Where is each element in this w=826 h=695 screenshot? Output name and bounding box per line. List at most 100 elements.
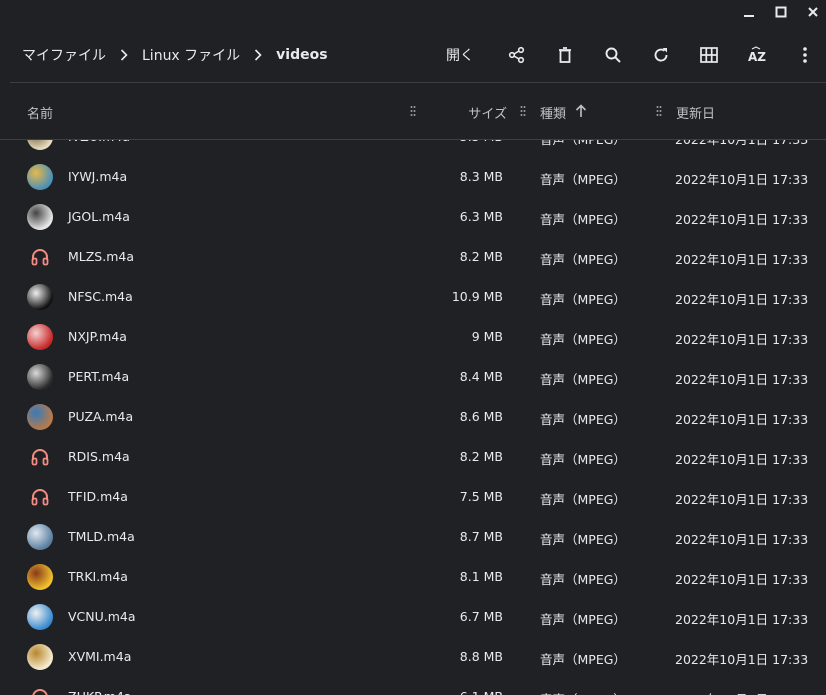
file-modified-date: 2022年10月1日 17:33 — [675, 572, 809, 587]
file-type: 音声（MPEG） — [540, 492, 626, 507]
search-icon[interactable] — [601, 43, 625, 67]
refresh-icon[interactable] — [649, 43, 673, 67]
file-row[interactable]: NXJP.m4a 9 MB 音声（MPEG） 2022年10月1日 17:33 — [0, 317, 826, 357]
file-name: RDIS.m4a — [68, 449, 130, 464]
file-row[interactable]: IYWJ.m4a 8.3 MB 音声（MPEG） 2022年10月1日 17:33 — [0, 157, 826, 197]
album-art-thumbnail — [27, 164, 53, 190]
toolbar-divider — [10, 82, 826, 83]
maximize-icon[interactable] — [769, 2, 793, 22]
file-size: 8.7 MB — [459, 529, 503, 544]
breadcrumb-videos[interactable]: videos — [276, 47, 327, 63]
file-row[interactable]: VCNU.m4a 6.7 MB 音声（MPEG） 2022年10月1日 17:33 — [0, 597, 826, 637]
album-art-thumbnail — [27, 604, 53, 630]
file-row[interactable]: TRKI.m4a 8.1 MB 音声（MPEG） 2022年10月1日 17:33 — [0, 557, 826, 597]
file-row[interactable]: ZHKP.m4a 6.1 MB 音声（MPEG） 2022年10月1日 17:33 — [0, 677, 826, 695]
file-size: 8.8 MB — [459, 649, 503, 664]
file-size: 6.7 MB — [459, 609, 503, 624]
file-modified-date: 2022年10月1日 17:33 — [675, 372, 809, 387]
toolbar: マイファイル Linux ファイル videos 開く AZ — [0, 30, 826, 80]
column-resize-handle[interactable] — [410, 105, 416, 117]
chevron-right-icon — [254, 49, 262, 61]
breadcrumb-linux-files[interactable]: Linux ファイル — [142, 45, 240, 65]
file-modified-date: 2022年10月1日 17:33 — [675, 292, 809, 307]
file-modified-date: 2022年10月1日 17:33 — [675, 332, 809, 347]
album-art-thumbnail — [27, 364, 53, 390]
minimize-icon[interactable] — [737, 2, 761, 22]
file-row[interactable]: XVMI.m4a 8.8 MB 音声（MPEG） 2022年10月1日 17:33 — [0, 637, 826, 677]
file-type: 音声（MPEG） — [540, 612, 626, 627]
file-type: 音声（MPEG） — [540, 252, 626, 267]
column-header-size[interactable]: サイズ — [468, 103, 507, 122]
file-modified-date: 2022年10月1日 17:33 — [675, 492, 809, 507]
share-icon[interactable] — [505, 43, 529, 67]
file-row[interactable]: JGOL.m4a 6.3 MB 音声（MPEG） 2022年10月1日 17:33 — [0, 197, 826, 237]
file-size: 8.1 MB — [459, 569, 503, 584]
file-row[interactable]: PERT.m4a 8.4 MB 音声（MPEG） 2022年10月1日 17:33 — [0, 357, 826, 397]
more-icon[interactable] — [793, 43, 817, 67]
album-art-thumbnail — [27, 564, 53, 590]
file-type: 音声（MPEG） — [540, 212, 626, 227]
file-row[interactable]: NFSC.m4a 10.9 MB 音声（MPEG） 2022年10月1日 17:33 — [0, 277, 826, 317]
file-type: 音声（MPEG） — [540, 652, 626, 667]
file-row[interactable]: RDIS.m4a 8.2 MB 音声（MPEG） 2022年10月1日 17:33 — [0, 437, 826, 477]
file-row[interactable]: MLZS.m4a 8.2 MB 音声（MPEG） 2022年10月1日 17:33 — [0, 237, 826, 277]
delete-icon[interactable] — [553, 43, 577, 67]
file-type: 音声（MPEG） — [540, 172, 626, 187]
file-type: 音声（MPEG） — [540, 332, 626, 347]
file-size: 6.1 MB — [460, 689, 503, 695]
file-type: 音声（MPEG） — [540, 140, 626, 148]
open-button[interactable]: 開く — [446, 45, 474, 65]
file-type: 音声（MPEG） — [540, 372, 626, 387]
file-size: 10.9 MB — [451, 289, 503, 304]
arrow-up-icon — [575, 104, 587, 117]
title-bar — [0, 0, 826, 24]
file-row[interactable]: TMLD.m4a 8.7 MB 音声（MPEG） 2022年10月1日 17:33 — [0, 517, 826, 557]
svg-text:AZ: AZ — [748, 50, 766, 64]
headphones-icon — [32, 689, 48, 695]
headphones-icon — [31, 489, 49, 506]
file-row[interactable]: PUZA.m4a 8.6 MB 音声（MPEG） 2022年10月1日 17:33 — [0, 397, 826, 437]
file-name: TMLD.m4a — [68, 529, 135, 544]
album-art-thumbnail — [27, 324, 53, 350]
file-row[interactable]: TFID.m4a 7.5 MB 音声（MPEG） 2022年10月1日 17:33 — [0, 477, 826, 517]
file-modified-date: 2022年10月1日 17:33 — [675, 532, 809, 547]
file-row[interactable]: IVZO.m4a 5.5 MB 音声（MPEG） 2022年10月1日 17:33 — [0, 140, 826, 157]
close-icon[interactable] — [801, 2, 825, 22]
file-size: 8.2 MB — [459, 449, 503, 464]
file-name: PERT.m4a — [68, 369, 130, 384]
file-size: 8.3 MB — [459, 169, 503, 184]
headphones-icon — [31, 249, 49, 266]
column-header-type[interactable]: 種類 — [540, 103, 566, 122]
file-name: TFID.m4a — [68, 489, 128, 504]
file-modified-date: 2022年10月1日 17:33 — [675, 140, 808, 148]
album-art-thumbnail — [27, 524, 53, 550]
file-name: TRKI.m4a — [68, 569, 128, 584]
file-modified-date: 2022年10月1日 17:33 — [675, 452, 809, 467]
column-resize-handle[interactable] — [656, 105, 662, 117]
file-name: NXJP.m4a — [68, 329, 127, 344]
file-type: 音声（MPEG） — [540, 572, 626, 587]
grid-view-icon[interactable] — [697, 43, 721, 67]
sort-az-icon[interactable]: AZ — [745, 43, 769, 67]
column-header-name[interactable]: 名前 — [27, 103, 53, 122]
chevron-right-icon — [120, 49, 128, 61]
breadcrumb-my-files[interactable]: マイファイル — [22, 45, 106, 65]
breadcrumb: マイファイル Linux ファイル videos — [22, 30, 328, 80]
album-art-thumbnail — [27, 404, 53, 430]
file-size: 5.5 MB — [460, 140, 503, 144]
album-art-thumbnail — [27, 204, 53, 230]
file-name: XVMI.m4a — [68, 649, 132, 664]
file-modified-date: 2022年10月1日 17:33 — [675, 172, 809, 187]
column-resize-handle[interactable] — [520, 105, 526, 117]
file-size: 8.4 MB — [459, 369, 503, 384]
file-type: 音声（MPEG） — [540, 412, 626, 427]
column-header-modified[interactable]: 更新日 — [676, 103, 715, 122]
file-name: ZHKP.m4a — [68, 689, 132, 695]
file-modified-date: 2022年10月1日 17:33 — [675, 412, 809, 427]
file-modified-date: 2022年10月1日 17:33 — [675, 212, 809, 227]
file-size: 7.5 MB — [459, 489, 503, 504]
column-header-row: 名前 サイズ 種類 更新日 — [0, 92, 826, 130]
file-modified-date: 2022年10月1日 17:33 — [675, 689, 808, 695]
file-type: 音声（MPEG） — [540, 292, 626, 307]
file-size: 9 MB — [471, 329, 503, 344]
